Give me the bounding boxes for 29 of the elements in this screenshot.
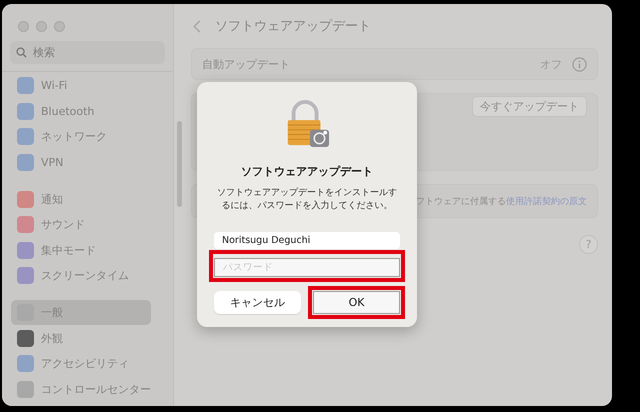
sidebar-item[interactable]: Wi-Fi bbox=[11, 73, 151, 99]
license-text: フトウェアに付属する bbox=[416, 196, 506, 208]
dialog-title: ソフトウェアアップデート bbox=[241, 164, 373, 179]
setting-label: 自動アップデート bbox=[202, 56, 290, 72]
sidebar-item[interactable]: サウンド bbox=[11, 212, 151, 238]
info-icon[interactable] bbox=[572, 56, 587, 72]
sidebar-item[interactable]: VPN bbox=[11, 150, 151, 176]
window-control-icon[interactable] bbox=[18, 21, 29, 32]
dialog-button[interactable]: キャンセル bbox=[214, 291, 301, 314]
window-control-icon[interactable] bbox=[54, 21, 65, 32]
username-field[interactable]: Noritsugu Deguchi bbox=[214, 232, 400, 250]
help-button[interactable]: ? bbox=[579, 235, 598, 254]
sidebar-item[interactable]: コントロールセンター bbox=[11, 376, 151, 402]
window-control-icon[interactable] bbox=[36, 21, 47, 32]
sidebar-item[interactable]: スクリーンタイム bbox=[11, 263, 151, 289]
back-icon[interactable] bbox=[193, 20, 201, 32]
sidebar-item[interactable]: 外観 bbox=[11, 325, 151, 351]
page-title: ソフトウェアアップデート bbox=[215, 18, 371, 35]
license-link[interactable]: 使用許諾契約の原文 bbox=[506, 194, 587, 208]
dialog-button[interactable]: OK bbox=[313, 291, 400, 314]
sidebar-item[interactable]: アクセシビリティ bbox=[11, 350, 151, 377]
update-now-button[interactable]: 今すぐアップデート bbox=[472, 96, 587, 117]
sidebar-item[interactable]: 通知 bbox=[11, 186, 151, 212]
sidebar-item[interactable]: Bluetooth bbox=[11, 98, 151, 124]
sidebar-item[interactable]: ネットワーク bbox=[11, 124, 151, 150]
dialog-message: ソフトウェアアップデートをインストールするには、パスワードを入力してください。 bbox=[216, 187, 398, 214]
scrollbar[interactable] bbox=[177, 121, 182, 207]
sidebar-item[interactable]: 集中モード bbox=[11, 238, 151, 264]
search-field[interactable]: 検索 bbox=[10, 41, 165, 64]
